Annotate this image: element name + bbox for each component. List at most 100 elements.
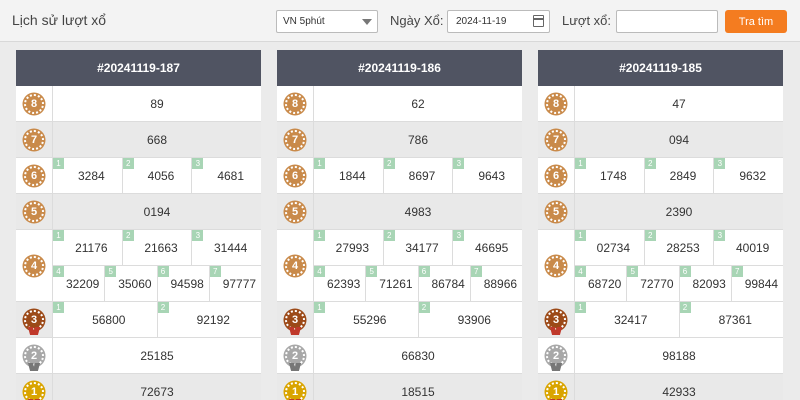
- prize-2-cell: 2: [277, 338, 314, 373]
- prize-row: 7 786: [277, 122, 522, 158]
- prize-value: 66830: [314, 338, 522, 373]
- prize-row: 5 2390: [538, 194, 783, 230]
- medal-7-icon: 7: [24, 129, 44, 150]
- draw-result-panel: #20241119-187 8 89 7 668 6 1 3284 2 4056 3 4681 5 019…: [16, 50, 261, 400]
- sub-value: 40019: [735, 240, 770, 255]
- prize-8-cell: 8: [538, 86, 575, 121]
- medal-7-icon: 7: [285, 129, 305, 150]
- sub-index-badge: 1: [575, 230, 586, 241]
- sub-index-badge: 4: [575, 266, 586, 277]
- prize-sub-cell: 2 8697: [382, 158, 453, 193]
- prize-value: 25185: [53, 338, 261, 373]
- date-value: 2024-11-19: [456, 16, 507, 27]
- date-field[interactable]: 2024-11-19: [447, 10, 550, 33]
- calendar-icon[interactable]: [533, 15, 544, 27]
- prize-value: 47: [575, 86, 783, 121]
- medal-3-icon: 3: [546, 309, 566, 330]
- sub-index-badge: 1: [314, 158, 325, 169]
- sub-index-badge: 2: [644, 230, 656, 241]
- prize-row: 2 66830: [277, 338, 522, 374]
- prize-value: 42933: [575, 374, 783, 400]
- sub-index-badge: 4: [314, 266, 325, 277]
- sub-value: 34177: [405, 240, 439, 255]
- medal-2-icon: 2: [546, 345, 566, 366]
- prize-value: 98188: [575, 338, 783, 373]
- prize-sub-cell: 7 97777: [208, 266, 261, 301]
- chevron-down-icon: [362, 19, 372, 25]
- medal-6-icon: 6: [24, 165, 44, 186]
- prize-sub-cell: 7 88966: [469, 266, 522, 301]
- sub-value: 32209: [65, 276, 100, 291]
- prize-4-cell: 4: [16, 230, 53, 301]
- sub-value: 02734: [596, 240, 631, 255]
- prize-value: 668: [53, 122, 261, 157]
- sub-value: 86784: [431, 276, 465, 291]
- sub-index-badge: 6: [418, 266, 430, 277]
- sub-value: 56800: [92, 312, 126, 327]
- page-title: Lịch sử lượt xổ: [12, 12, 107, 28]
- sub-index-badge: 1: [575, 302, 586, 313]
- prize-row: 5 4983: [277, 194, 522, 230]
- medal-1-icon: 1: [285, 381, 305, 400]
- prize-value: 4983: [314, 194, 522, 229]
- sub-value: 1748: [599, 168, 627, 183]
- sub-value: 72770: [640, 276, 674, 291]
- sub-index-badge: 2: [122, 230, 134, 241]
- prize-2-cell: 2: [16, 338, 53, 373]
- prize-row: 6 1 1844 2 8697 3 9643: [277, 158, 522, 194]
- medal-6-icon: 6: [285, 165, 305, 186]
- prize-sub-cell: 2 92192: [156, 302, 262, 337]
- prize-row: 7 094: [538, 122, 783, 158]
- sub-index-badge: 2: [383, 158, 395, 169]
- sub-index-badge: 3: [714, 158, 726, 169]
- sub-value: 21176: [75, 240, 108, 255]
- prize-row: 4 1 21176 2 21663 3 31444 4 32209 5 35060 6 94598 7 97…: [16, 230, 261, 302]
- prize-row: 7 668: [16, 122, 261, 158]
- draw-result-panel: #20241119-186 8 62 7 786 6 1 1844 2 8697 3 9643 5 498…: [277, 50, 522, 400]
- prize-value: 62: [314, 86, 522, 121]
- prize-row: 8 47: [538, 86, 783, 122]
- sub-index-badge: 1: [575, 158, 586, 169]
- prize-row: 8 62: [277, 86, 522, 122]
- prize-sub-cell: 1 56800: [53, 302, 157, 337]
- sub-index-badge: 1: [53, 230, 64, 241]
- prize-value: 89: [53, 86, 261, 121]
- top-toolbar: Lịch sử lượt xổ VN 5phút Ngày Xổ: 2024-1…: [0, 0, 800, 42]
- prize-sub-cell: 2 28253: [643, 230, 714, 265]
- sub-value: 32417: [614, 312, 648, 327]
- prize-sub-cell: 1 02734: [575, 230, 644, 265]
- prize-sub-cell: 3 31444: [191, 230, 261, 265]
- prize-sub-cell: 6 86784: [417, 266, 470, 301]
- prize-sub-cell: 5 35060: [104, 266, 156, 301]
- prize-row: 4 1 02734 2 28253 3 40019 4 68720 5 72770 6 82093 7 99…: [538, 230, 783, 302]
- prize-row: 2 25185: [16, 338, 261, 374]
- prize-row: 6 1 3284 2 4056 3 4681: [16, 158, 261, 194]
- game-type-select[interactable]: VN 5phút: [276, 10, 378, 33]
- prize-row: 1 18515: [277, 374, 522, 400]
- prize-7-cell: 7: [16, 122, 53, 157]
- sub-value: 4056: [147, 168, 175, 183]
- medal-2-icon: 2: [24, 345, 44, 366]
- sub-value: 3284: [77, 168, 105, 183]
- search-button[interactable]: Tra tìm: [725, 10, 787, 33]
- sub-index-badge: 3: [714, 230, 726, 241]
- sub-value: 55296: [353, 312, 387, 327]
- turn-input[interactable]: [616, 10, 718, 33]
- sub-index-badge: 3: [192, 158, 204, 169]
- sub-value: 97777: [222, 276, 257, 291]
- prize-sub-cell: 4 62393: [314, 266, 365, 301]
- prize-sub-cell: 1 21176: [53, 230, 122, 265]
- sub-value: 62393: [326, 276, 361, 291]
- sub-index-badge: 7: [731, 266, 743, 277]
- medal-1-icon: 1: [546, 381, 566, 400]
- prize-sub-cell: 1 55296: [314, 302, 418, 337]
- prize-4-cell: 4: [538, 230, 575, 301]
- prize-row: 5 0194: [16, 194, 261, 230]
- prize-sub-cell: 2 34177: [382, 230, 453, 265]
- prize-6-cell: 6: [16, 158, 53, 193]
- prize-sub-cell: 2 87361: [678, 302, 784, 337]
- sub-value: 28253: [666, 240, 700, 255]
- sub-value: 8697: [408, 168, 436, 183]
- prize-sub-cell: 1 1844: [314, 158, 383, 193]
- sub-value: 2849: [669, 168, 697, 183]
